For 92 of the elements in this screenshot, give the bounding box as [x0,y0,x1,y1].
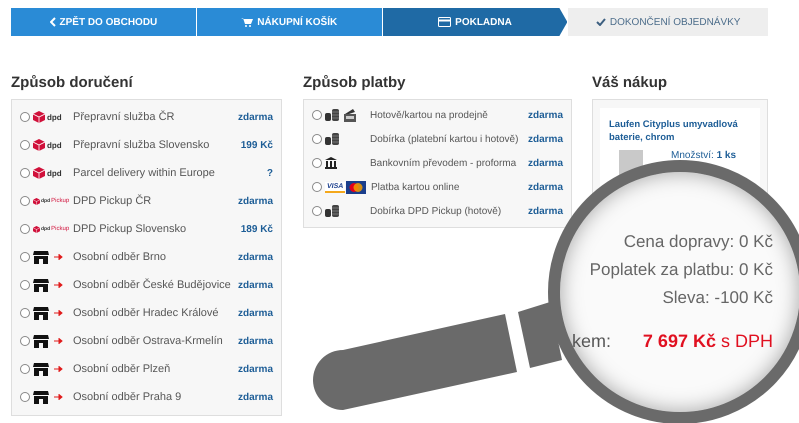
radio-button[interactable] [312,110,322,120]
option-price: zdarma [238,364,273,374]
radio-button[interactable] [312,158,322,168]
option-label: Dobírka (platební kartou i hotově) [370,134,520,144]
shop-icon [33,362,49,376]
checkout-step-tab[interactable]: POKLADNA [382,8,568,36]
option-price: 189 Kč [240,224,273,234]
section-heading: Váš nákup [592,73,668,93]
option-price: zdarma [238,392,273,402]
parcel-cube-icon [33,139,45,151]
option-label: Osobní odběr Praha 9 [73,391,182,403]
total-price: 7 697 Kč s DPH [642,330,773,353]
checkout-step-tab[interactable]: DOKONČENÍ OBJEDNÁVKY [568,8,768,36]
option-label: Osobní odběr Plzeň [73,363,172,375]
product-link[interactable]: Laufen Cityplus umyvadlová baterie, chrom [609,118,751,144]
shop-icon [33,278,49,292]
radio-button[interactable] [312,182,322,192]
option-price: zdarma [238,336,273,346]
option-label: Parcel delivery within Europe [73,167,216,179]
radio-button[interactable] [20,308,30,318]
option-price: zdarma [528,134,563,144]
radio-button[interactable] [20,392,30,402]
radio-button[interactable] [312,206,322,216]
option-label: Dobírka DPD Pickup (hotově) [370,206,502,216]
radio-button[interactable] [20,336,30,346]
shop-icon [33,306,49,320]
section-heading: Způsob doručení [11,73,134,93]
option-label: Platba kartou online [371,182,460,192]
logo-text: dpd [47,168,62,178]
option-price: zdarma [528,158,563,168]
logo-text: dpd [47,112,62,122]
credit-card-icon [438,17,452,27]
option-label: DPD Pickup Slovensko [73,223,188,235]
option-label: Hotově/kartou na prodejně [370,110,489,120]
arrow-right-icon [54,366,63,372]
option-price: 199 Kč [240,140,273,150]
option-label: Osobní odběr České Budějovice [73,279,232,291]
logo-text: dpd [47,140,62,150]
radio-button[interactable] [20,224,30,234]
parcel-cube-icon [33,198,40,204]
option-label: Osobní odběr Brno [73,251,167,263]
arrow-right-icon [54,310,63,316]
radio-button[interactable] [20,112,30,122]
parcel-cube-icon [33,167,45,179]
parcel-cube-icon [33,226,40,232]
option-label: Osobní odběr Ostrava-Krmelín [73,335,224,347]
coins-icon [325,109,339,121]
cart-icon [241,17,254,27]
radio-button[interactable] [20,252,30,262]
radio-button[interactable] [20,168,30,178]
shop-icon [33,334,49,348]
checkmark-icon [596,18,606,26]
option-label: DPD Pickup ČR [73,195,152,207]
option-label: Bankovním převodem - proforma [370,158,518,168]
summary-line: Cena dopravy: 0 Kč [624,231,773,253]
radio-button[interactable] [20,140,30,150]
option-price: zdarma [238,252,273,262]
option-price: zdarma [528,110,563,120]
chevron-left-icon [50,17,56,27]
card-terminal-icon [343,108,357,122]
arrow-right-icon [54,338,63,344]
checkout-step-tab[interactable]: NÁKUPNÍ KOŠÍK [196,8,382,36]
quantity-text: Množství: 1 ks [671,150,736,161]
bank-icon [325,157,337,169]
section-heading: Způsob platby [303,73,406,93]
arrow-right-icon [54,394,63,400]
arrow-right-icon [54,282,63,288]
parcel-cube-icon [33,111,45,123]
option-label: Přepravní služba ČR [73,111,176,123]
option-price: zdarma [238,308,273,318]
option-price: zdarma [528,182,563,192]
card-circles-logo [346,180,366,194]
option-price: zdarma [528,206,563,216]
arrow-right-icon [54,254,63,260]
option-price: zdarma [238,196,273,206]
total-label: kem: [572,330,612,353]
shop-icon [33,250,49,264]
option-price: zdarma [238,280,273,290]
radio-button[interactable] [312,134,322,144]
summary-line: Sleva: -100 Kč [662,287,773,309]
radio-button[interactable] [20,196,30,206]
coins-icon [325,205,339,217]
radio-button[interactable] [20,280,30,290]
option-label: Přepravní služba Slovensko [73,139,210,151]
radio-button[interactable] [20,364,30,374]
option-price: zdarma [238,112,273,122]
coins-icon [325,133,339,145]
checkout-step-tab[interactable]: ZPĚT DO OBCHODU [11,8,196,36]
option-price: ? [266,168,273,178]
summary-line: Poplatek za platbu: 0 Kč [590,259,773,281]
option-label: Osobní odběr Hradec Králové [73,307,220,319]
shop-icon [33,390,49,404]
